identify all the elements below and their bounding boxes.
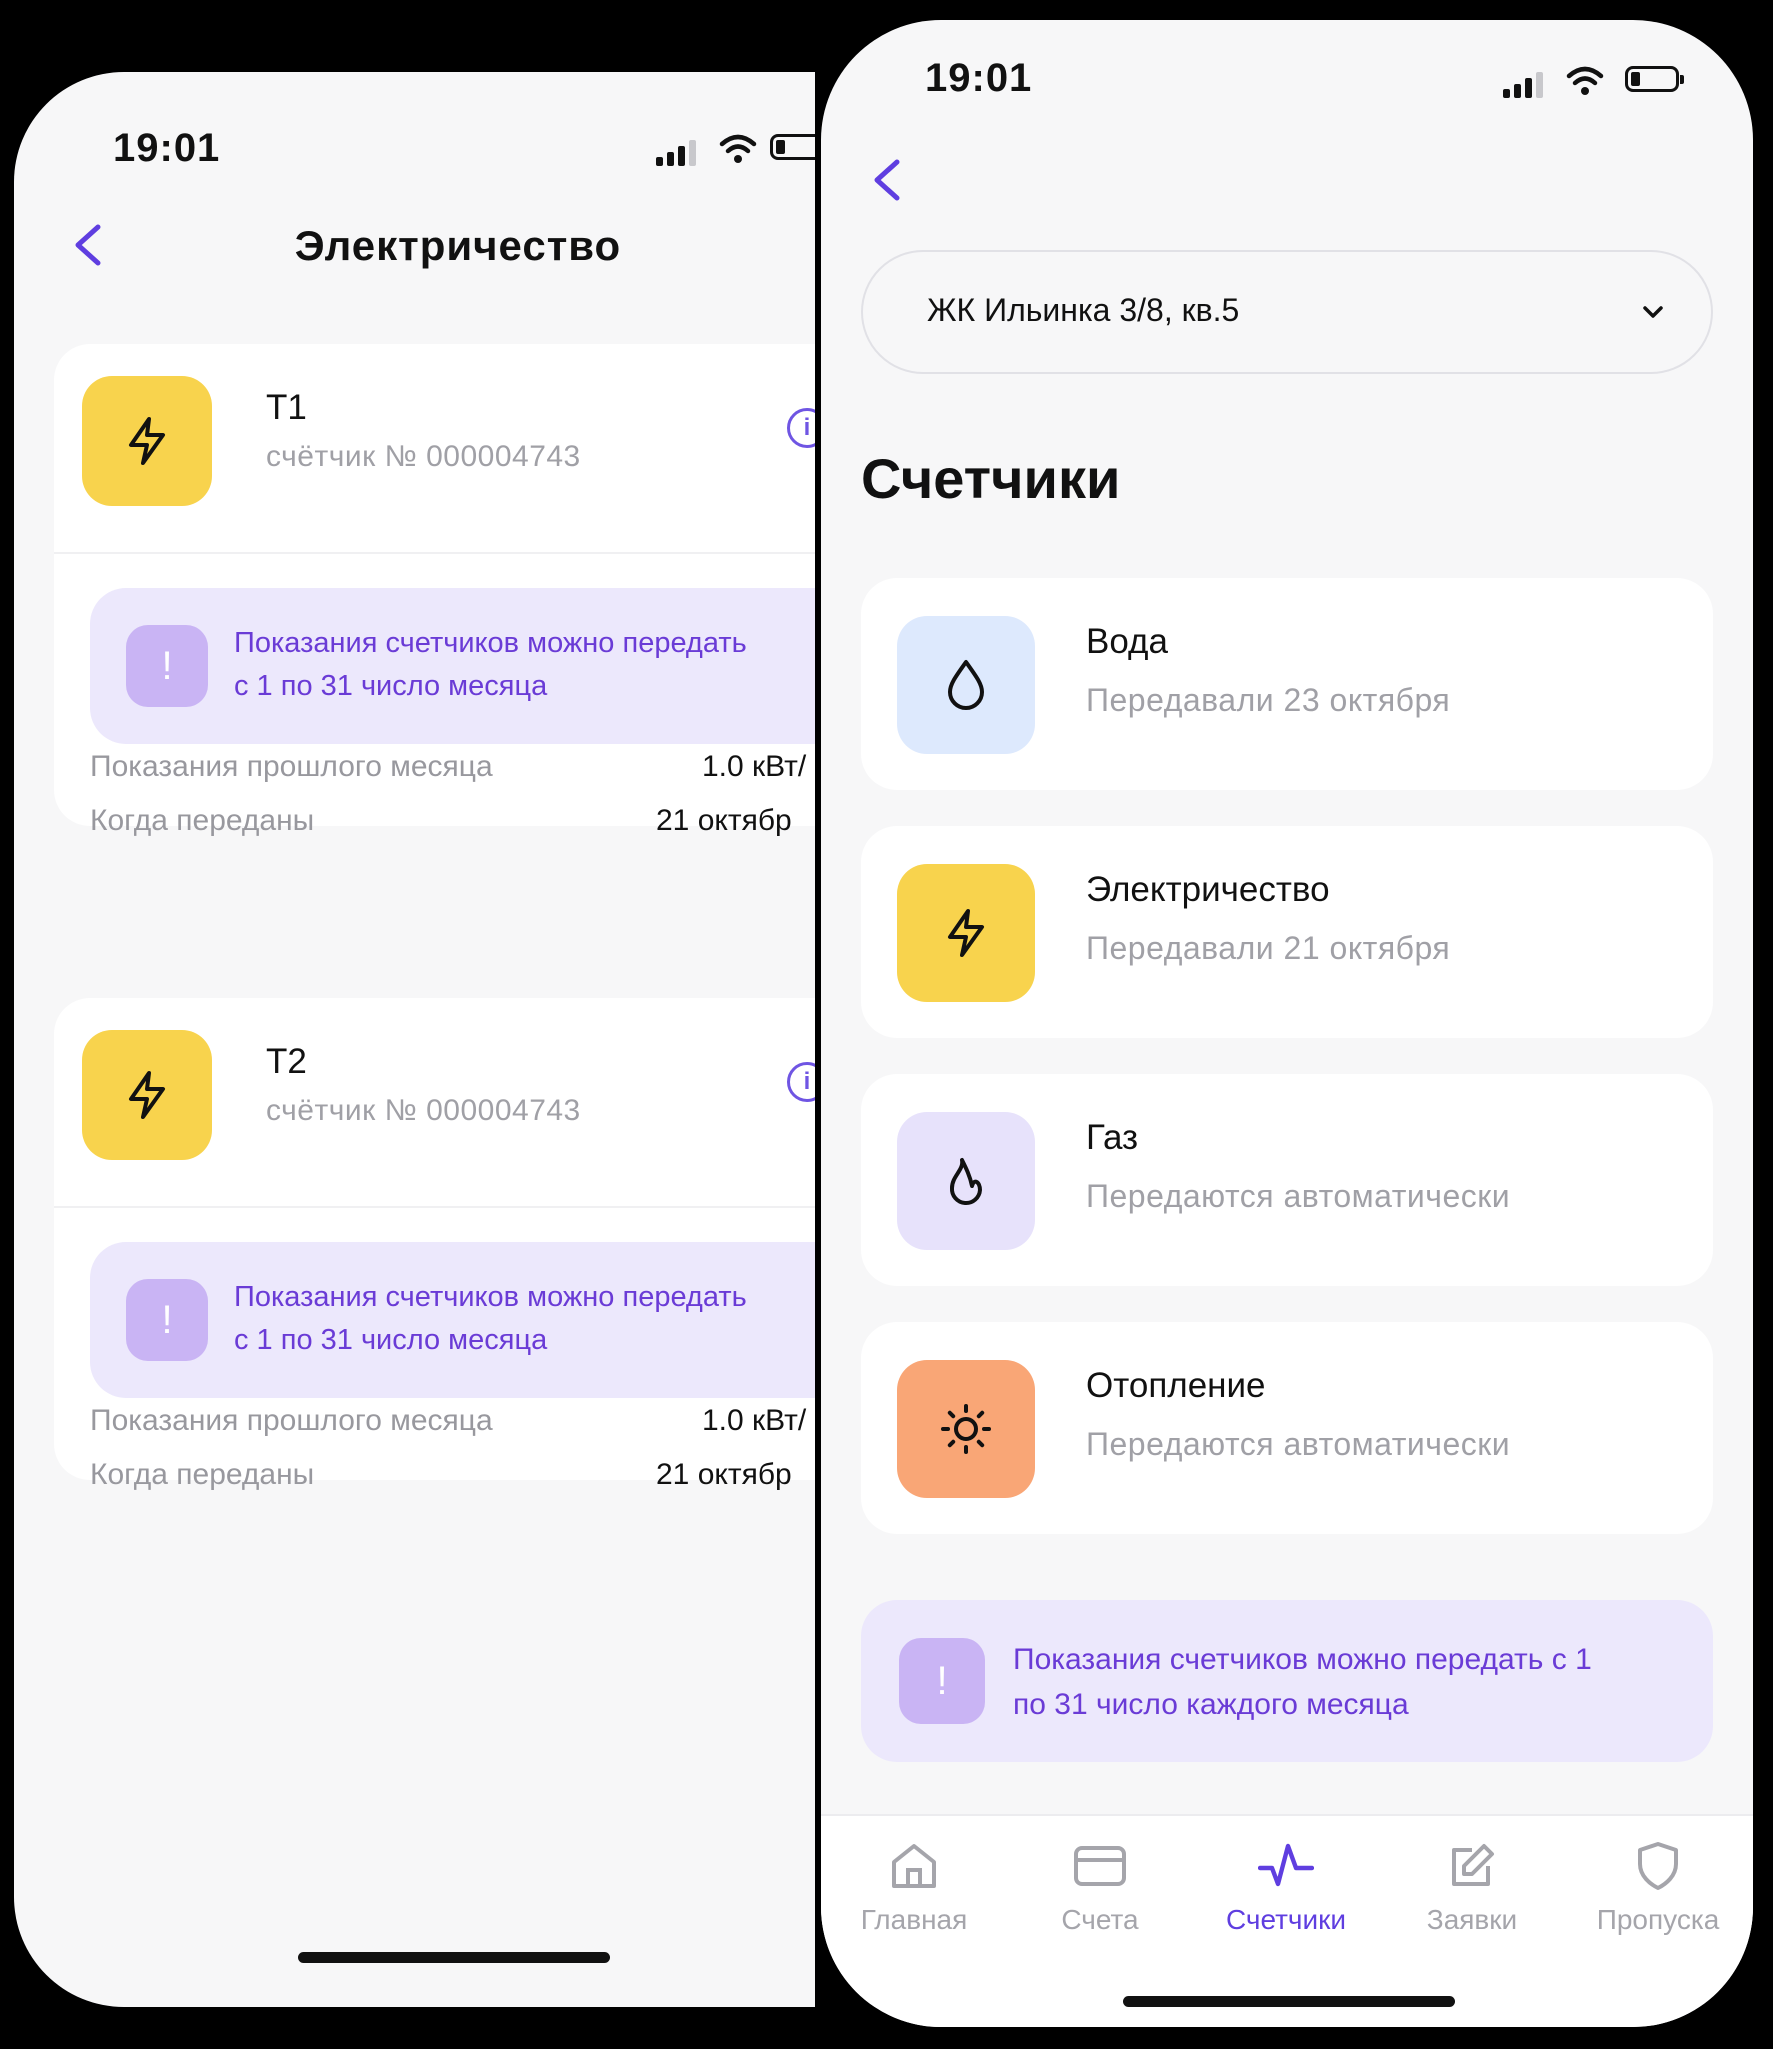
right-phone-screen: 19:01 ЖК Ильинка 3/8, кв.5 Счетчики Вода…	[821, 20, 1753, 2027]
meter-subtitle: Передавали 23 октября	[1086, 682, 1451, 718]
exclamation-icon: !	[126, 625, 208, 707]
cellular-signal-icon	[656, 140, 696, 166]
tab-label: Заявки	[1426, 1904, 1518, 1935]
status-time: 19:01	[925, 56, 1033, 100]
home-indicator[interactable]	[1123, 1996, 1455, 2007]
tab-label: Счетчики	[1225, 1904, 1347, 1935]
notice-banner: ! Показания счетчиков можно передать с 1…	[90, 588, 815, 744]
meter-icon-tile	[897, 1112, 1035, 1250]
info-icon[interactable]: i	[787, 1062, 815, 1102]
tab-label: Главная	[860, 1904, 968, 1935]
divider	[54, 552, 815, 554]
meter-subtitle: Передавали 21 октября	[1086, 930, 1451, 966]
meter-icon-tile	[897, 864, 1035, 1002]
edit-icon	[1452, 1844, 1494, 1886]
meter-subtitle: Передаются автоматически	[1086, 1178, 1511, 1214]
meter-name: Электричество	[1086, 870, 1330, 909]
reading-label: Показания прошлого месяца	[90, 1404, 493, 1437]
back-button[interactable]	[863, 150, 913, 210]
tab-label: Пропуска	[1596, 1904, 1720, 1935]
meter-icon-tile	[82, 1030, 212, 1160]
lightning-icon	[948, 909, 984, 957]
meter-name: Газ	[1086, 1118, 1139, 1157]
meter-item-water[interactable]: Вода Передавали 23 октября	[861, 578, 1713, 790]
meter-item-electricity[interactable]: Электричество Передавали 21 октября	[861, 826, 1713, 1038]
left-phone-screen: 19:01 Электричество Т1 счётчик № 0000047…	[14, 72, 815, 2007]
meter-name: Отопление	[1086, 1366, 1266, 1405]
exclamation-icon: !	[899, 1638, 985, 1724]
home-indicator[interactable]	[298, 1952, 610, 1963]
reading-value: 1.0 кВт/	[702, 750, 807, 783]
notice-line-1: Показания счетчиков можно передать	[234, 1281, 747, 1313]
tab-meters[interactable]: Счетчики	[1193, 1840, 1379, 1960]
address-value: ЖК Ильинка 3/8, кв.5	[927, 292, 1240, 328]
meter-name: Т1	[266, 388, 307, 427]
notice-line-2: с 1 по 31 число месяца	[234, 670, 548, 702]
notice-line-1: Показания счетчиков можно передать с 1	[1013, 1643, 1592, 1676]
notice-banner: ! Показания счетчиков можно передать с 1…	[861, 1600, 1713, 1762]
status-time: 19:01	[113, 126, 221, 170]
cellular-signal-icon	[1503, 72, 1543, 98]
meter-icon-tile	[82, 376, 212, 506]
page-title: Электричество	[294, 222, 622, 269]
submitted-label: Когда переданы	[90, 1458, 315, 1491]
wifi-icon	[719, 134, 757, 163]
meter-icon-tile	[897, 1360, 1035, 1498]
page-heading: Счетчики	[861, 447, 1121, 510]
card-icon	[1074, 1846, 1126, 1886]
submitted-label: Когда переданы	[90, 804, 315, 837]
meter-name: Вода	[1086, 622, 1168, 661]
chevron-left-icon	[874, 159, 900, 201]
battery-icon	[1625, 66, 1684, 92]
meter-item-gas[interactable]: Газ Передаются автоматически	[861, 1074, 1713, 1286]
home-icon	[892, 1844, 936, 1888]
pulse-icon	[1258, 1843, 1314, 1887]
notice-line-2: с 1 по 31 число месяца	[234, 1324, 548, 1356]
reading-value: 1.0 кВт/	[702, 1404, 807, 1437]
notice-line-1: Показания счетчиков можно передать	[234, 627, 747, 659]
meter-item-heating[interactable]: Отопление Передаются автоматически	[861, 1322, 1713, 1534]
notice-banner: ! Показания счетчиков можно передать с 1…	[90, 1242, 815, 1398]
notice-line-2: по 31 число каждого месяца	[1013, 1688, 1409, 1721]
meter-card-t1: Т1 счётчик № 000004743 i ! Показания сче…	[54, 344, 815, 826]
meter-number: счётчик № 000004743	[266, 440, 581, 473]
divider	[54, 1206, 815, 1208]
info-icon[interactable]: i	[787, 408, 815, 448]
address-select[interactable]: ЖК Ильинка 3/8, кв.5	[861, 250, 1713, 374]
meter-name: Т2	[266, 1042, 307, 1081]
meter-number: счётчик № 000004743	[266, 1094, 581, 1127]
meter-card-t2: Т2 счётчик № 000004743 i ! Показания сче…	[54, 998, 815, 1480]
tab-passes[interactable]: Пропуска	[1565, 1840, 1751, 1960]
exclamation-icon: !	[126, 1279, 208, 1361]
flame-icon	[949, 1158, 982, 1206]
tab-home[interactable]: Главная	[821, 1840, 1007, 1960]
tab-accounts[interactable]: Счета	[1007, 1840, 1193, 1960]
drop-icon	[948, 660, 984, 710]
submitted-value: 21 октябр	[656, 804, 792, 837]
shield-icon	[1638, 1842, 1678, 1890]
sun-icon	[941, 1404, 991, 1454]
lightning-icon	[129, 417, 165, 465]
tab-label: Счета	[1061, 1904, 1139, 1935]
wifi-icon	[1566, 66, 1604, 95]
submitted-value: 21 октябр	[656, 1458, 792, 1491]
lightning-icon	[129, 1071, 165, 1119]
battery-icon	[770, 134, 815, 160]
meter-subtitle: Передаются автоматически	[1086, 1426, 1511, 1462]
chevron-down-icon	[1643, 306, 1663, 318]
reading-label: Показания прошлого месяца	[90, 750, 493, 783]
tab-requests[interactable]: Заявки	[1379, 1840, 1565, 1960]
meter-icon-tile	[897, 616, 1035, 754]
